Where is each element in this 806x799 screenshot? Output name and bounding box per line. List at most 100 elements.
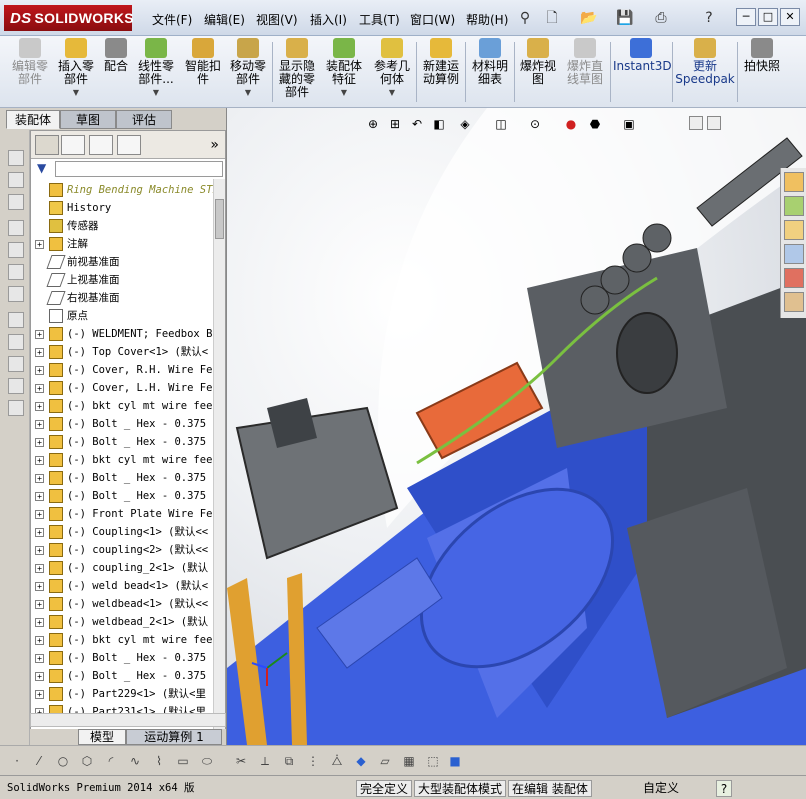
zoom-to-fit-icon[interactable]: ⊕ bbox=[365, 116, 381, 132]
view-palette-icon[interactable] bbox=[784, 244, 804, 264]
box-icon[interactable] bbox=[8, 194, 24, 210]
update-speedpak-button[interactable]: 更新 Speedpak bbox=[675, 38, 735, 86]
tree-item[interactable]: + (-) Cover, L.H. Wire Fe bbox=[31, 379, 213, 397]
tab-model[interactable]: 模型 bbox=[78, 729, 126, 745]
viewport-minimize-icon[interactable] bbox=[707, 116, 721, 130]
solidworks-logo[interactable]: DS SOLIDWORKS bbox=[4, 5, 134, 31]
expand-toggle-icon[interactable]: + bbox=[35, 672, 44, 681]
box-icon[interactable] bbox=[8, 150, 24, 166]
property-manager-tab-icon[interactable] bbox=[61, 135, 85, 155]
box-icon[interactable] bbox=[8, 220, 24, 236]
expand-toggle-icon[interactable]: + bbox=[35, 600, 44, 609]
3d-cube-icon[interactable]: ■ bbox=[446, 752, 464, 770]
appearance-manager-tab-icon[interactable] bbox=[117, 135, 141, 155]
tree-item[interactable]: 原点 bbox=[31, 307, 213, 325]
tree-item[interactable]: + (-) Front Plate Wire Fe bbox=[31, 505, 213, 523]
feature-manager-tab-icon[interactable] bbox=[35, 135, 59, 155]
expand-toggle-icon[interactable]: + bbox=[35, 456, 44, 465]
appearances-icon[interactable] bbox=[784, 268, 804, 288]
tree-item[interactable]: 前视基准面 bbox=[31, 253, 213, 271]
mate-button[interactable]: 配合 bbox=[100, 38, 132, 73]
menu-window[interactable]: 窗口(W) bbox=[410, 11, 455, 28]
help-status-icon[interactable]: ? bbox=[716, 780, 732, 797]
expand-toggle-icon[interactable]: + bbox=[35, 582, 44, 591]
hide-show-items-icon[interactable]: ⊙ bbox=[527, 116, 543, 132]
extend-icon[interactable]: ⟂ bbox=[256, 752, 274, 770]
sketch-plane-icon[interactable]: ▱ bbox=[376, 752, 394, 770]
tree-item[interactable]: + (-) Bolt _ Hex - 0.375 bbox=[31, 469, 213, 487]
dropdown-arrow-icon[interactable]: ▼ bbox=[134, 86, 178, 99]
exploded-view-button[interactable]: 爆炸视 图 bbox=[516, 38, 560, 86]
tree-item[interactable]: + (-) coupling_2<1> (默认 bbox=[31, 559, 213, 577]
tree-item[interactable]: + 注解 bbox=[31, 235, 213, 253]
tree-vertical-scrollbar[interactable] bbox=[213, 179, 225, 744]
custom-properties-icon[interactable] bbox=[784, 292, 804, 312]
expand-toggle-icon[interactable]: + bbox=[35, 690, 44, 699]
tree-item[interactable]: + (-) weld bead<1> (默认< bbox=[31, 577, 213, 595]
pin-icon[interactable]: ⚲ bbox=[516, 9, 534, 27]
menu-file[interactable]: 文件(F) bbox=[152, 11, 192, 28]
help-icon[interactable]: ? bbox=[700, 9, 718, 27]
expand-toggle-icon[interactable]: + bbox=[35, 348, 44, 357]
smart-fasteners-button[interactable]: 智能扣 件 bbox=[181, 38, 225, 86]
expand-toggle-icon[interactable]: + bbox=[35, 240, 44, 249]
close-button[interactable]: ✕ bbox=[780, 8, 800, 26]
sketch-icon[interactable] bbox=[8, 400, 24, 416]
zoom-to-area-icon[interactable]: ⊞ bbox=[387, 116, 403, 132]
tree-item[interactable]: + (-) Bolt _ Hex - 0.375 bbox=[31, 487, 213, 505]
tree-horizontal-scrollbar[interactable] bbox=[30, 713, 226, 727]
sketch-icon[interactable] bbox=[8, 334, 24, 350]
expand-toggle-icon[interactable]: + bbox=[35, 546, 44, 555]
filter-icon[interactable]: ▼ bbox=[37, 161, 46, 175]
expand-toggle-icon[interactable]: + bbox=[35, 330, 44, 339]
section-view-icon[interactable]: ◧ bbox=[431, 116, 447, 132]
take-snapshot-button[interactable]: 拍快照 bbox=[740, 38, 784, 73]
edit-component-button[interactable]: 编辑零 部件 bbox=[6, 38, 54, 86]
sketch-icon[interactable] bbox=[8, 378, 24, 394]
tree-item[interactable]: 右视基准面 bbox=[31, 289, 213, 307]
tree-item[interactable]: + (-) bkt cyl mt wire fee bbox=[31, 631, 213, 649]
3d-sketch-icon[interactable]: ◆ bbox=[352, 752, 370, 770]
tree-item[interactable]: + (-) bkt cyl mt wire fee bbox=[31, 397, 213, 415]
dropdown-arrow-icon[interactable]: ▼ bbox=[370, 86, 414, 99]
tree-item[interactable]: + (-) coupling<2> (默认<< bbox=[31, 541, 213, 559]
pattern-icon[interactable]: ⋮ bbox=[304, 752, 322, 770]
menu-tools[interactable]: 工具(T) bbox=[359, 11, 400, 28]
expand-panel-icon[interactable]: » bbox=[210, 137, 219, 153]
dropdown-arrow-icon[interactable]: ▼ bbox=[54, 86, 98, 99]
edit-appearance-icon[interactable]: ● bbox=[563, 116, 579, 132]
instant3d-button[interactable]: Instant3D bbox=[613, 38, 672, 73]
tree-item[interactable]: + (-) WELDMENT; Feedbox B bbox=[31, 325, 213, 343]
graphics-viewport[interactable]: ⊕ ⊞ ↶ ◧ ◈ ◫ ⊙ ● ⬣ ▣ bbox=[226, 108, 806, 745]
tree-item[interactable]: + (-) Coupling<1> (默认<< bbox=[31, 523, 213, 541]
view-orientation-icon[interactable]: ◈ bbox=[457, 116, 473, 132]
expand-toggle-icon[interactable]: + bbox=[35, 528, 44, 537]
bill-of-materials-button[interactable]: 材料明 细表 bbox=[468, 38, 512, 86]
expand-toggle-icon[interactable]: + bbox=[35, 420, 44, 429]
tree-item[interactable]: + (-) weldbead<1> (默认<< bbox=[31, 595, 213, 613]
expand-toggle-icon[interactable]: + bbox=[35, 636, 44, 645]
tree-item[interactable]: + (-) Bolt _ Hex - 0.375 bbox=[31, 649, 213, 667]
offset-icon[interactable]: ⧉ bbox=[280, 752, 298, 770]
tab-motion-study[interactable]: 运动算例 1 bbox=[126, 729, 222, 745]
tree-item[interactable]: + (-) Part229<1> (默认<里 bbox=[31, 685, 213, 703]
new-motion-study-button[interactable]: 新建运 动算例 bbox=[419, 38, 463, 86]
configuration-manager-tab-icon[interactable] bbox=[89, 135, 113, 155]
tree-item[interactable]: 传感器 bbox=[31, 217, 213, 235]
file-explorer-icon[interactable] bbox=[784, 220, 804, 240]
sketch-icon[interactable] bbox=[8, 312, 24, 328]
move-component-button[interactable]: 移动零 部件 ▼ bbox=[226, 38, 270, 99]
save-icon[interactable]: 💾 bbox=[616, 9, 634, 27]
mirror-icon[interactable]: ⧊ bbox=[328, 752, 346, 770]
tree-item[interactable]: 上视基准面 bbox=[31, 271, 213, 289]
expand-toggle-icon[interactable]: + bbox=[35, 366, 44, 375]
assembly-features-button[interactable]: 装配体 特征 ▼ bbox=[322, 38, 366, 99]
cube-icon[interactable]: ⬚ bbox=[424, 752, 442, 770]
expand-toggle-icon[interactable]: + bbox=[35, 564, 44, 573]
box-icon[interactable] bbox=[8, 286, 24, 302]
spline-icon[interactable]: ∿ bbox=[126, 752, 144, 770]
tree-item[interactable]: + (-) Cover, R.H. Wire Fe bbox=[31, 361, 213, 379]
tree-item[interactable]: + (-) Bolt _ Hex - 0.375 bbox=[31, 433, 213, 451]
grid-icon[interactable]: ▦ bbox=[400, 752, 418, 770]
rectangle-icon[interactable]: ▭ bbox=[174, 752, 192, 770]
